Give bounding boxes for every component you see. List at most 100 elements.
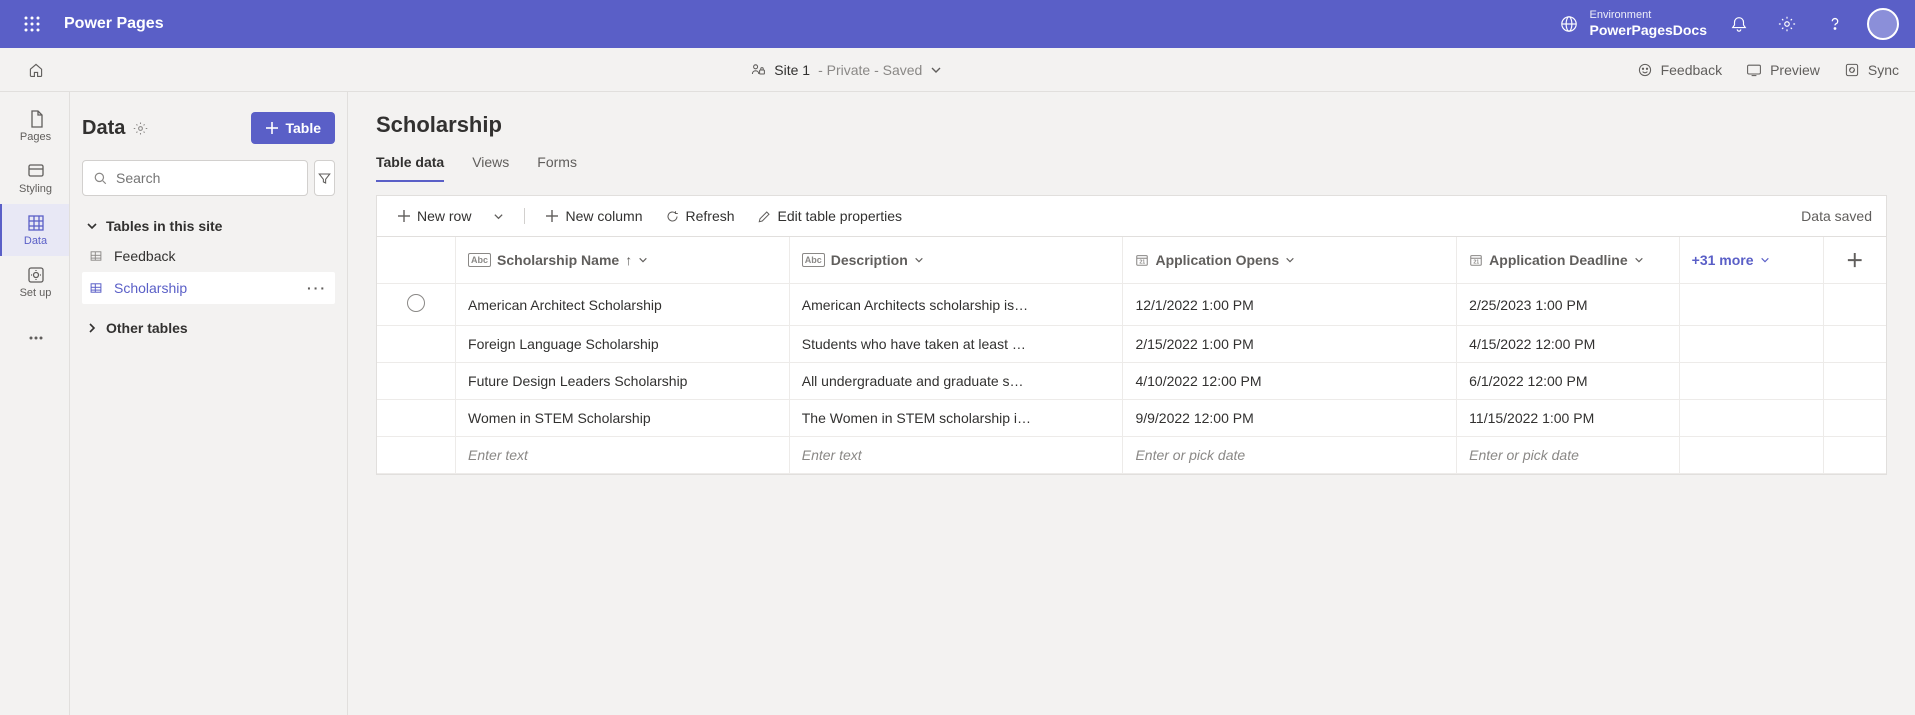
cell-deadline[interactable]: 2/25/2023 1:00 PM [1457, 284, 1679, 326]
feedback-link[interactable]: Feedback [1637, 62, 1722, 78]
refresh-button[interactable]: Refresh [659, 204, 741, 228]
table-tabs: Table data Views Forms [376, 146, 1887, 183]
tab-forms[interactable]: Forms [537, 146, 577, 182]
help-icon[interactable] [1811, 0, 1859, 48]
column-scholarship-name[interactable]: AbcScholarship Name↑ [456, 237, 790, 284]
placeholder-name[interactable]: Enter text [456, 437, 790, 474]
environment-label: Environment [1590, 9, 1708, 22]
cell-name[interactable]: Foreign Language Scholarship [456, 326, 790, 363]
rail-styling[interactable]: Styling [0, 152, 69, 204]
table-icon [88, 249, 104, 263]
table-toolbar: New row New column Refresh Edit table pr… [376, 195, 1887, 236]
placeholder-opens[interactable]: Enter or pick date [1123, 437, 1457, 474]
section-tables-label: Tables in this site [106, 218, 222, 234]
search-input[interactable] [82, 160, 308, 196]
panel-settings-icon[interactable] [133, 121, 148, 136]
edit-properties-button[interactable]: Edit table properties [751, 204, 909, 228]
new-row-button[interactable]: New row [391, 204, 477, 228]
column-application-deadline[interactable]: 21Application Deadline [1457, 237, 1679, 284]
calendar-icon: 21 [1469, 253, 1483, 267]
cell-name[interactable]: Women in STEM Scholarship [456, 400, 790, 437]
search-field[interactable] [116, 170, 297, 186]
column-description[interactable]: AbcDescription [789, 237, 1123, 284]
row-select[interactable] [377, 326, 456, 363]
chevron-down-icon [86, 220, 98, 232]
cell-desc[interactable]: The Women in STEM scholarship i… [789, 400, 1123, 437]
cell-deadline[interactable]: 11/15/2022 1:00 PM [1457, 400, 1679, 437]
site-selector[interactable]: Site 1 - Private - Saved [56, 62, 1637, 78]
new-row-dropdown[interactable] [487, 207, 510, 226]
cell-opens[interactable]: 2/15/2022 1:00 PM [1123, 326, 1457, 363]
panel-title: Data [82, 117, 148, 140]
table-item-label: Feedback [114, 248, 175, 264]
table-row[interactable]: Future Design Leaders ScholarshipAll und… [377, 363, 1886, 400]
cell-desc[interactable]: All undergraduate and graduate s… [789, 363, 1123, 400]
preview-label: Preview [1770, 62, 1820, 78]
rail-styling-label: Styling [19, 183, 52, 195]
rail-setup[interactable]: Set up [0, 256, 69, 308]
add-column-button[interactable]: ＋ [1823, 237, 1886, 284]
rail-more[interactable] [0, 312, 69, 364]
data-panel: Data Table Tables in this site [70, 92, 348, 715]
globe-icon [1560, 15, 1578, 33]
cell-name[interactable]: American Architect Scholarship [456, 284, 790, 326]
chevron-down-icon [638, 255, 648, 265]
sync-link[interactable]: Sync [1844, 62, 1899, 78]
sync-label: Sync [1868, 62, 1899, 78]
tab-views[interactable]: Views [472, 146, 509, 182]
cell-opens[interactable]: 12/1/2022 1:00 PM [1123, 284, 1457, 326]
rail-pages[interactable]: Pages [0, 100, 69, 152]
plus-icon [397, 209, 411, 223]
select-all-column[interactable] [377, 237, 456, 284]
table-row[interactable]: Women in STEM ScholarshipThe Women in ST… [377, 400, 1886, 437]
cell-desc[interactable]: American Architects scholarship is… [789, 284, 1123, 326]
table-item-scholarship[interactable]: Scholarship ··· [82, 272, 335, 304]
edit-icon [757, 209, 772, 224]
new-row-placeholder[interactable]: Enter textEnter textEnter or pick dateEn… [377, 437, 1886, 474]
site-privacy-icon [750, 62, 766, 78]
cell-deadline[interactable]: 4/15/2022 12:00 PM [1457, 326, 1679, 363]
column-application-opens[interactable]: 21Application Opens [1123, 237, 1457, 284]
settings-icon[interactable] [1763, 0, 1811, 48]
row-select[interactable] [377, 284, 456, 326]
cell-desc[interactable]: Students who have taken at least … [789, 326, 1123, 363]
chevron-right-icon [86, 322, 98, 334]
rail-data[interactable]: Data [0, 204, 69, 256]
new-column-button[interactable]: New column [539, 204, 648, 228]
home-icon[interactable] [16, 62, 56, 78]
table-row[interactable]: Foreign Language ScholarshipStudents who… [377, 326, 1886, 363]
more-columns-button[interactable]: +31 more [1679, 237, 1823, 284]
filter-button[interactable] [314, 160, 335, 196]
new-table-label: Table [285, 120, 321, 136]
tab-table-data[interactable]: Table data [376, 146, 444, 182]
section-other-tables[interactable]: Other tables [82, 314, 335, 342]
new-table-button[interactable]: Table [251, 112, 335, 144]
environment-selector[interactable]: Environment PowerPagesDocs [1560, 9, 1708, 39]
placeholder-deadline[interactable]: Enter or pick date [1457, 437, 1679, 474]
plus-icon [265, 121, 279, 135]
save-status: Data saved [1801, 208, 1872, 224]
cell-name[interactable]: Future Design Leaders Scholarship [456, 363, 790, 400]
app-launcher-icon[interactable] [8, 16, 56, 32]
notifications-icon[interactable] [1715, 0, 1763, 48]
row-select[interactable] [377, 363, 456, 400]
table-item-feedback[interactable]: Feedback [82, 240, 335, 272]
row-select[interactable] [377, 400, 456, 437]
site-status: - Private - Saved [818, 62, 922, 78]
rail-data-label: Data [24, 235, 47, 247]
edit-properties-label: Edit table properties [778, 208, 903, 224]
cell-opens[interactable]: 9/9/2022 12:00 PM [1123, 400, 1457, 437]
user-avatar[interactable] [1859, 0, 1907, 48]
page-sub-bar: Site 1 - Private - Saved Feedback Previe… [0, 48, 1915, 92]
table-row[interactable]: American Architect ScholarshipAmerican A… [377, 284, 1886, 326]
cell-deadline[interactable]: 6/1/2022 12:00 PM [1457, 363, 1679, 400]
svg-text:21: 21 [1140, 260, 1146, 266]
section-tables-in-site[interactable]: Tables in this site [82, 212, 335, 240]
preview-link[interactable]: Preview [1746, 62, 1820, 78]
row-more-icon[interactable]: ··· [307, 280, 327, 296]
cell-opens[interactable]: 4/10/2022 12:00 PM [1123, 363, 1457, 400]
chevron-down-icon [930, 64, 942, 76]
placeholder-desc[interactable]: Enter text [789, 437, 1123, 474]
feedback-icon [1637, 62, 1653, 78]
chevron-down-icon [914, 255, 924, 265]
